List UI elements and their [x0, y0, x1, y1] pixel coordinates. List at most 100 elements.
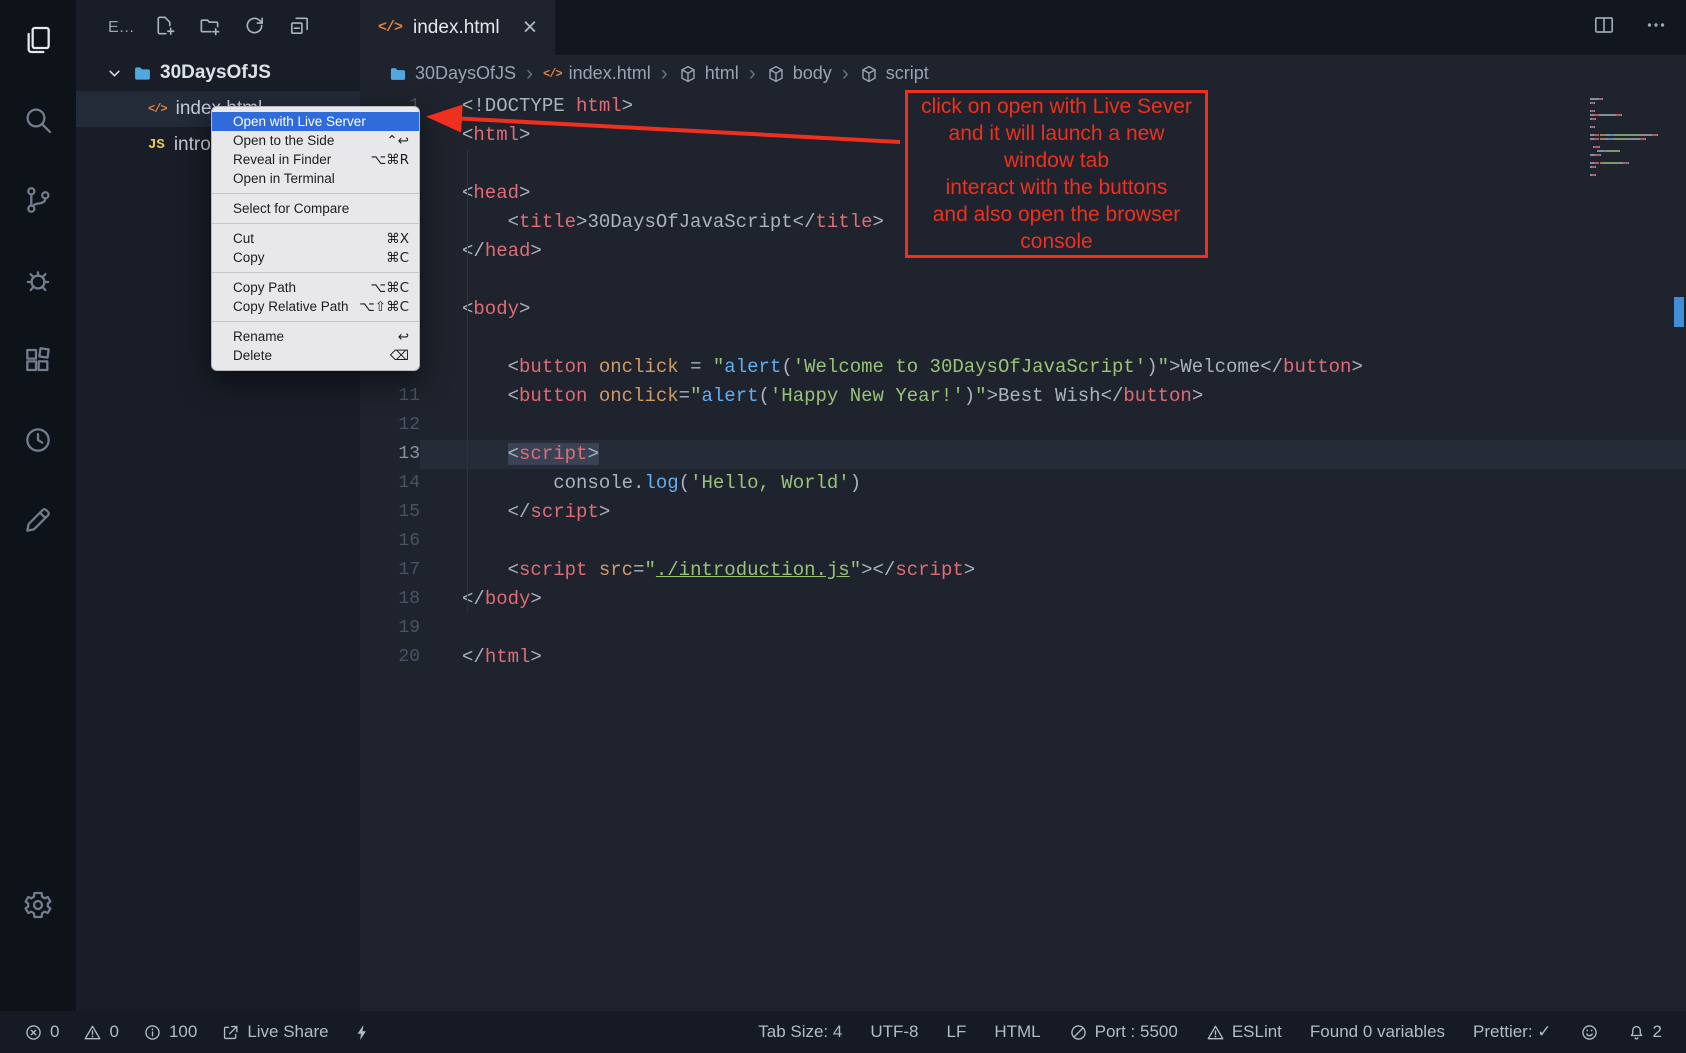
collapse-all-icon — [288, 14, 311, 37]
line-number[interactable]: 13 — [360, 440, 420, 469]
code-line-8[interactable]: 8<body> — [360, 295, 1686, 324]
code-line-17[interactable]: 17 <script src="./introduction.js"></scr… — [360, 556, 1686, 585]
code-line-13[interactable]: 13 <script> — [360, 440, 1686, 469]
code-text: console.log('Hello, World') — [420, 469, 1686, 498]
menu-item-cut[interactable]: Cut⌘X — [212, 229, 419, 248]
activity-bar-item-run-debug[interactable] — [0, 240, 76, 320]
status-label: UTF-8 — [870, 1022, 918, 1042]
breadcrumb-item-body[interactable]: body — [766, 63, 832, 84]
new-file-button[interactable] — [153, 14, 176, 42]
code-line-19[interactable]: 19 — [360, 614, 1686, 643]
activity-bar-item-settings[interactable] — [0, 865, 76, 945]
menu-item-open-with-live-server[interactable]: Open with Live Server — [212, 112, 419, 131]
menu-item-reveal-in-finder[interactable]: Reveal in Finder⌥⌘R — [212, 150, 419, 169]
code-line-11[interactable]: 11 <button onclick="alert('Happy New Yea… — [360, 382, 1686, 411]
code-line-16[interactable]: 16 — [360, 527, 1686, 556]
status-notifications[interactable]: 2 — [1627, 1022, 1662, 1042]
status-variables[interactable]: Found 0 variables — [1310, 1022, 1445, 1042]
line-number[interactable]: 11 — [360, 382, 420, 411]
breadcrumb-item-html[interactable]: html — [678, 63, 739, 84]
status-encoding[interactable]: UTF-8 — [870, 1022, 918, 1042]
tab-label: index.html — [413, 17, 500, 39]
status-errors[interactable]: 0 — [24, 1022, 59, 1042]
split-editor-button[interactable] — [1592, 13, 1616, 42]
breadcrumb-label: html — [705, 63, 739, 84]
status-tab-size[interactable]: Tab Size: 4 — [758, 1022, 842, 1042]
line-number[interactable]: 12 — [360, 411, 420, 440]
more-actions-button[interactable] — [1644, 13, 1668, 42]
code-line-15[interactable]: 15 </script> — [360, 498, 1686, 527]
menu-item-label: Copy — [233, 250, 265, 265]
indent-guide — [467, 150, 468, 612]
line-number[interactable]: 18 — [360, 585, 420, 614]
code-text: </script> — [420, 498, 1686, 527]
line-number[interactable]: 20 — [360, 643, 420, 672]
minimap-line — [1590, 154, 1670, 156]
code-line-12[interactable]: 12 — [360, 411, 1686, 440]
status-live-share[interactable]: Live Share — [221, 1022, 328, 1042]
activity-bar-item-explorer[interactable] — [0, 0, 76, 80]
code-text: <body> — [420, 295, 1686, 324]
code-line-10[interactable]: 10 <button onclick = "alert('Welcome to … — [360, 353, 1686, 382]
line-number[interactable]: 16 — [360, 527, 420, 556]
folder-name: 30DaysOfJS — [160, 62, 271, 84]
code-line-20[interactable]: 20</html> — [360, 643, 1686, 672]
new-folder-button[interactable] — [198, 14, 221, 42]
breadcrumb-label: body — [793, 63, 832, 84]
breadcrumb-item-index-html[interactable]: </>index.html — [543, 63, 651, 84]
status-quick-actions[interactable] — [353, 1023, 372, 1042]
status-prettier[interactable]: Prettier: ✓ — [1473, 1022, 1551, 1042]
menu-item-open-to-the-side[interactable]: Open to the Side⌃↩ — [212, 131, 419, 150]
smiley-icon — [1580, 1023, 1599, 1042]
activity-bar-item-edit[interactable] — [0, 480, 76, 560]
minimap[interactable] — [1590, 98, 1670, 178]
breadcrumb: 30DaysOfJS›</>index.html›html›body›scrip… — [360, 55, 1686, 92]
tree-item-root-folder[interactable]: 30DaysOfJS — [76, 55, 360, 91]
code-text — [420, 614, 1686, 643]
breadcrumb-item-30daysofjs[interactable]: 30DaysOfJS — [388, 63, 516, 84]
line-number[interactable]: 19 — [360, 614, 420, 643]
status-info-count[interactable]: 100 — [143, 1022, 197, 1042]
tab-index-html[interactable]: </> index.html × — [360, 0, 555, 55]
line-number[interactable]: 17 — [360, 556, 420, 585]
menu-item-open-in-terminal[interactable]: Open in Terminal — [212, 169, 419, 188]
status-port[interactable]: Port : 5500 — [1069, 1022, 1178, 1042]
activity-bar-item-source-control[interactable] — [0, 160, 76, 240]
minimap-line — [1590, 98, 1670, 100]
breadcrumb-item-script[interactable]: script — [859, 63, 929, 84]
status-label: ESLint — [1232, 1022, 1282, 1042]
minimap-line — [1590, 106, 1670, 108]
line-number[interactable]: 14 — [360, 469, 420, 498]
code-line-7[interactable]: 7 — [360, 266, 1686, 295]
menu-item-delete[interactable]: Delete⌫ — [212, 346, 419, 365]
status-label: Found 0 variables — [1310, 1022, 1445, 1042]
code-text: <script src="./introduction.js"></script… — [420, 556, 1686, 585]
close-icon[interactable]: × — [523, 15, 538, 40]
minimap-line — [1590, 146, 1670, 148]
minimap-line — [1590, 162, 1670, 164]
folder-icon — [132, 63, 153, 84]
status-language-mode[interactable]: HTML — [994, 1022, 1040, 1042]
activity-bar-item-search[interactable] — [0, 80, 76, 160]
activity-bar-item-history[interactable] — [0, 400, 76, 480]
menu-item-rename[interactable]: Rename↩ — [212, 327, 419, 346]
code-line-9[interactable]: 9 — [360, 324, 1686, 353]
menu-item-shortcut: ⌥⌘C — [371, 280, 409, 296]
code-text — [420, 266, 1686, 295]
menu-item-copy[interactable]: Copy⌘C — [212, 248, 419, 267]
status-eslint[interactable]: ESLint — [1206, 1022, 1282, 1042]
breadcrumb-label: 30DaysOfJS — [415, 63, 516, 84]
status-eol[interactable]: LF — [947, 1022, 967, 1042]
code-text — [420, 324, 1686, 353]
code-line-14[interactable]: 14 console.log('Hello, World') — [360, 469, 1686, 498]
status-warnings[interactable]: 0 — [83, 1022, 118, 1042]
code-line-18[interactable]: 18</body> — [360, 585, 1686, 614]
menu-item-copy-relative-path[interactable]: Copy Relative Path⌥⇧⌘C — [212, 297, 419, 316]
menu-item-copy-path[interactable]: Copy Path⌥⌘C — [212, 278, 419, 297]
collapse-all-button[interactable] — [288, 14, 311, 42]
refresh-button[interactable] — [243, 14, 266, 42]
status-feedback[interactable] — [1580, 1023, 1599, 1042]
menu-item-select-for-compare[interactable]: Select for Compare — [212, 199, 419, 218]
activity-bar-item-extensions[interactable] — [0, 320, 76, 400]
line-number[interactable]: 15 — [360, 498, 420, 527]
